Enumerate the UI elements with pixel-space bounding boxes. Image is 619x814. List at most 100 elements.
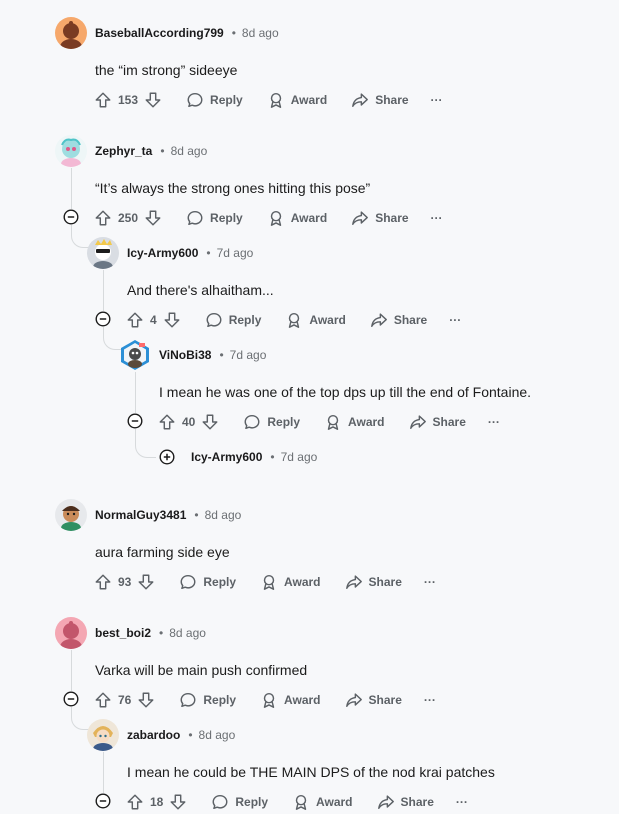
share-button[interactable]: Share [345, 573, 402, 591]
share-button[interactable]: Share [351, 209, 409, 227]
reply-button[interactable]: Reply [211, 793, 268, 811]
award-label: Award [309, 313, 346, 327]
username[interactable]: Icy-Army600 [127, 246, 198, 260]
avatar[interactable] [55, 17, 87, 49]
award-button[interactable]: Award [267, 91, 327, 109]
timestamp[interactable]: 8d ago [205, 508, 242, 522]
reply-label: Reply [235, 795, 269, 809]
upvote-icon[interactable] [158, 413, 176, 431]
more-options-button[interactable]: ··· [456, 795, 468, 809]
reply-button[interactable]: Reply [205, 311, 261, 329]
upvote-icon[interactable] [126, 311, 144, 329]
collapse-thread-icon[interactable] [95, 793, 111, 809]
share-button[interactable]: Share [351, 91, 409, 109]
share-icon [351, 91, 369, 109]
thread-connector [135, 429, 156, 458]
username[interactable]: NormalGuy3481 [95, 508, 186, 522]
downvote-icon[interactable] [201, 413, 219, 431]
downvote-icon[interactable] [137, 573, 155, 591]
downvote-icon[interactable] [144, 91, 162, 109]
timestamp[interactable]: 7d ago [230, 348, 267, 362]
reply-button[interactable]: Reply [179, 691, 236, 709]
comment-header: Zephyr_ta • 8d ago [95, 143, 207, 159]
upvote-icon[interactable] [94, 691, 112, 709]
timestamp[interactable]: 8d ago [199, 728, 236, 742]
more-icon: ··· [423, 693, 436, 707]
avatar[interactable] [87, 237, 119, 269]
reply-button[interactable]: Reply [243, 413, 300, 431]
more-options-button[interactable]: ··· [431, 93, 443, 107]
avatar[interactable] [55, 617, 87, 649]
upvote-icon[interactable] [126, 793, 144, 811]
avatar[interactable] [119, 339, 151, 371]
collapse-thread-icon[interactable] [95, 311, 111, 327]
award-icon [267, 209, 285, 227]
downvote-icon[interactable] [137, 691, 155, 709]
timestamp[interactable]: 8d ago [171, 144, 208, 158]
comment-header: NormalGuy3481 • 8d ago [95, 507, 241, 523]
reply-button[interactable]: Reply [186, 209, 243, 227]
award-button[interactable]: Award [267, 209, 327, 227]
collapse-thread-icon[interactable] [63, 209, 79, 225]
reply-icon [179, 691, 197, 709]
avatar[interactable] [87, 719, 119, 751]
thread-line [135, 372, 136, 413]
timestamp[interactable]: 7d ago [217, 246, 254, 260]
thread-line [103, 752, 104, 793]
more-options-button[interactable]: ··· [424, 575, 436, 589]
expand-thread-icon[interactable] [159, 449, 175, 465]
award-label: Award [316, 795, 353, 809]
share-label: Share [375, 211, 409, 225]
more-options-button[interactable]: ··· [424, 693, 436, 707]
username[interactable]: ViNoBi38 [159, 348, 211, 362]
separator-dot: • [188, 728, 193, 742]
username[interactable]: zabardoo [127, 728, 180, 742]
separator-dot: • [160, 144, 165, 158]
award-button[interactable]: Award [260, 691, 321, 709]
share-button[interactable]: Share [345, 691, 402, 709]
avatar[interactable] [55, 135, 87, 167]
username[interactable]: BaseballAccording799 [95, 26, 224, 40]
username[interactable]: best_boi2 [95, 626, 151, 640]
collapsed-comment-header[interactable]: Icy-Army600 • 7d ago [191, 449, 317, 465]
vote-group: 40 [158, 413, 219, 431]
comment-header: best_boi2 • 8d ago [95, 625, 206, 641]
timestamp[interactable]: 8d ago [242, 26, 279, 40]
timestamp[interactable]: 7d ago [281, 450, 318, 464]
award-button[interactable]: Award [324, 413, 385, 431]
thread-line [71, 168, 72, 209]
award-icon [324, 413, 342, 431]
award-button[interactable]: Award [285, 311, 346, 329]
reply-button[interactable]: Reply [179, 573, 236, 591]
downvote-icon[interactable] [169, 793, 187, 811]
award-label: Award [284, 693, 321, 707]
comment-header: zabardoo • 8d ago [127, 727, 235, 743]
collapse-thread-icon[interactable] [127, 413, 143, 429]
upvote-icon[interactable] [94, 209, 112, 227]
comment-actions: 76 Reply Award Share ··· [94, 690, 436, 710]
share-button[interactable]: Share [409, 413, 466, 431]
username[interactable]: Zephyr_ta [95, 144, 152, 158]
downvote-icon[interactable] [163, 311, 181, 329]
downvote-icon[interactable] [144, 209, 162, 227]
avatar[interactable] [55, 499, 87, 531]
username[interactable]: Icy-Army600 [191, 450, 262, 464]
award-icon [260, 691, 278, 709]
more-options-button[interactable]: ··· [449, 313, 461, 327]
share-button[interactable]: Share [370, 311, 427, 329]
upvote-icon[interactable] [94, 91, 112, 109]
award-label: Award [284, 575, 321, 589]
more-options-button[interactable]: ··· [431, 211, 443, 225]
vote-count: 93 [118, 575, 132, 589]
vote-group: 4 [126, 311, 181, 329]
award-button[interactable]: Award [260, 573, 321, 591]
timestamp[interactable]: 8d ago [169, 626, 206, 640]
award-button[interactable]: Award [292, 793, 353, 811]
share-button[interactable]: Share [377, 793, 434, 811]
reply-icon [243, 413, 261, 431]
upvote-icon[interactable] [94, 573, 112, 591]
more-options-button[interactable]: ··· [488, 415, 500, 429]
award-icon [292, 793, 310, 811]
collapse-thread-icon[interactable] [63, 691, 79, 707]
reply-button[interactable]: Reply [186, 91, 243, 109]
